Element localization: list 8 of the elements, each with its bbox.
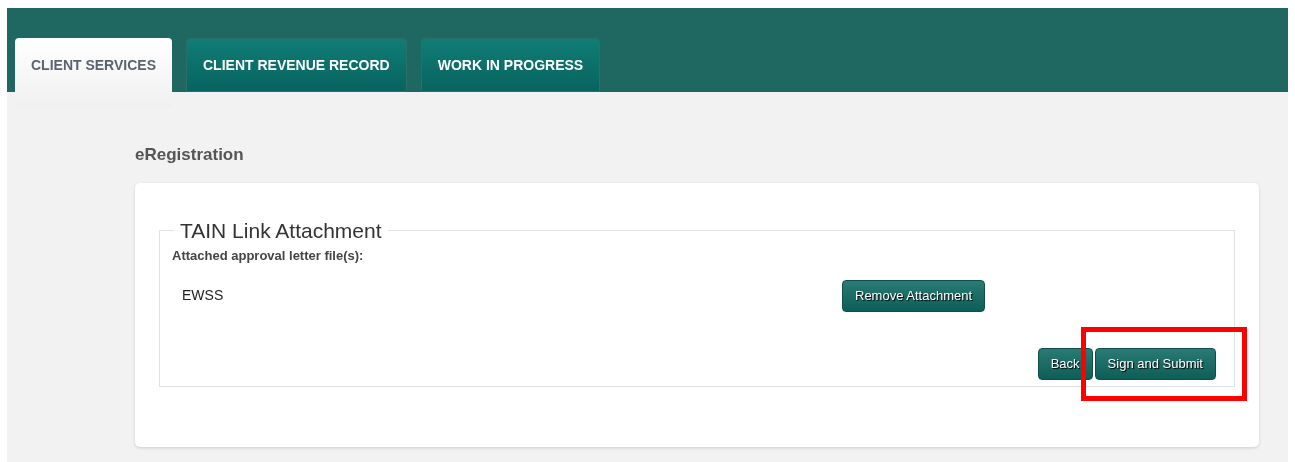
fieldset-legend: TAIN Link Attachment: [174, 214, 388, 246]
nav-tab[interactable]: CLIENT REVENUE RECORD: [186, 38, 407, 92]
page-title: eRegistration: [135, 144, 245, 166]
files-label: Attached approval letter file(s):: [172, 247, 365, 265]
file-name: EWSS: [182, 286, 225, 305]
submit-button[interactable]: Sign and Submit: [1094, 347, 1216, 380]
remove-attachment-button[interactable]: Remove Attachment: [842, 279, 986, 312]
nav-tab[interactable]: WORK IN PROGRESS: [420, 38, 601, 92]
